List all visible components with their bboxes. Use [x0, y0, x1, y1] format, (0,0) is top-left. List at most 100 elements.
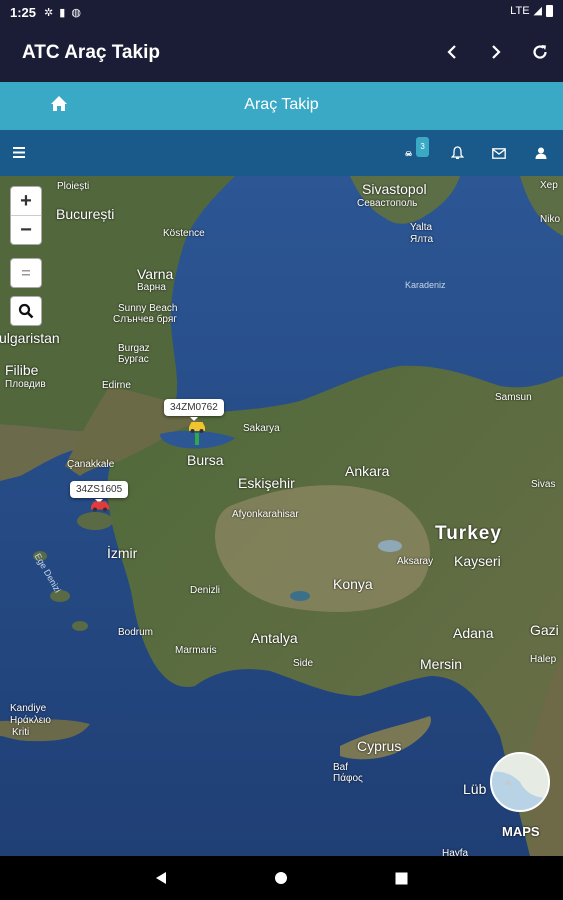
status-right: LTE ◢ [510, 4, 553, 17]
toolbar-actions: 3 [405, 137, 551, 163]
status-bar: 1:25 ✲ ▮ ◍ LTE ◢ [0, 0, 563, 24]
map-label-denizli: Denizli [190, 585, 221, 596]
minimap[interactable] [490, 752, 550, 812]
layers-icon [22, 270, 30, 276]
map-label-marmaris: Marmaris [175, 645, 217, 656]
map-label-canakkale: Çanakkale [67, 459, 115, 470]
layers-button[interactable] [10, 258, 42, 288]
nav-recents-button[interactable] [391, 868, 411, 888]
triangle-back-icon [156, 872, 166, 884]
map-label-gazi: Gazi [530, 622, 559, 638]
map-label-burgaz-cyr: Бургас [118, 354, 149, 365]
map-label-turkey: Turkey [435, 523, 502, 544]
map-label-yalta-cyr: Ялта [410, 234, 434, 245]
map-label-sivastopol: Sivastopol [362, 181, 427, 197]
back-button[interactable] [441, 38, 463, 66]
forward-button[interactable] [485, 38, 507, 66]
chevron-left-icon [447, 45, 456, 59]
signal-icon: ◢ [533, 5, 542, 17]
map-label-sunny-beach-cyr: Слънчев бряг [113, 314, 177, 325]
map-label-bursa: Bursa [187, 452, 224, 468]
search-icon [18, 303, 34, 319]
chevron-right-icon [492, 45, 501, 59]
network-type: LTE [510, 4, 530, 17]
zoom-in-button[interactable]: + [11, 187, 41, 215]
map-label-kriti: Kriti [12, 727, 30, 738]
circle-home-icon [275, 872, 287, 884]
sd-card-icon: ▮ [59, 6, 66, 19]
vehicle-label[interactable]: 34ZM0762 [164, 399, 224, 421]
map-label-filibe: Filibe [5, 362, 39, 378]
map-view[interactable]: Ploiești București Köstence Varna Варна … [0, 176, 563, 856]
map-label-konya: Konya [333, 576, 373, 592]
map-label-ankara: Ankara [345, 463, 390, 479]
zoom-control: + − [10, 186, 42, 245]
map-label-ploiesti: Ploiești [57, 181, 90, 192]
hamburger-icon [13, 147, 25, 158]
reload-button[interactable] [529, 38, 551, 66]
app-bar: ATC Araç Takip [0, 24, 563, 82]
vehicle-marker[interactable] [89, 499, 111, 517]
map-label-hayfa: Hayfa [442, 848, 469, 856]
bell-icon [450, 146, 464, 159]
map-label-baf-gr: Πάφος [333, 773, 363, 784]
vehicles-button[interactable]: 3 [405, 137, 429, 163]
vehicle-label[interactable]: 34ZS1605 [70, 481, 129, 503]
map-label-antalya: Antalya [251, 630, 298, 646]
zoom-out-button[interactable]: − [11, 215, 41, 244]
map-label-lubnan: Lüb [463, 781, 487, 797]
map-label-varna: Varna [137, 266, 174, 282]
map-label-sunny-beach: Sunny Beach [118, 303, 178, 314]
map-label-samsun: Samsun [495, 392, 532, 403]
map-label-sivas: Sivas [531, 479, 556, 490]
map-label-aksaray: Aksaray [397, 556, 434, 567]
profile-button[interactable] [531, 143, 551, 163]
map-label-afyon: Afyonkarahisar [232, 509, 299, 520]
map-label-side: Side [293, 658, 314, 669]
app-title: ATC Araç Takip [22, 42, 160, 63]
map-label-baf: Baf [333, 762, 349, 773]
map-label-edirne: Edirne [102, 380, 131, 391]
user-icon [535, 147, 547, 159]
system-nav-bar [0, 856, 563, 900]
map-label-hpo: Хер [540, 180, 558, 191]
map-label-adana: Adana [453, 625, 494, 641]
menu-button[interactable] [13, 145, 27, 159]
map-label-filibe-cyr: Пловдив [5, 379, 46, 390]
search-button[interactable] [10, 296, 42, 326]
refresh-icon [533, 45, 547, 59]
browser-nav [441, 38, 551, 66]
map-label-karadeniz: Karadeniz [405, 280, 446, 290]
settings-status-icon: ✲ [44, 6, 54, 19]
map-label-kayseri: Kayseri [454, 553, 501, 569]
map-label-varna-cyr: Варна [137, 282, 166, 293]
car-icon [405, 150, 412, 156]
messages-button[interactable] [489, 143, 509, 163]
notifications-button[interactable] [447, 143, 467, 163]
map-label-kandiye: Kandiye [10, 703, 47, 714]
map-label-sivastopol-cyr: Севастополь [357, 198, 418, 209]
vehicle-marker[interactable] [187, 419, 207, 450]
map-brand-logo: MAPS [502, 824, 540, 839]
map-label-nikea: Niko [540, 214, 561, 225]
status-time: 1:25 [10, 4, 37, 20]
map-label-bodrum: Bodrum [118, 627, 154, 638]
vehicle-count-badge: 3 [416, 137, 429, 157]
status-icons: ✲ ▮ ◍ [44, 6, 81, 19]
nav-home-button[interactable] [271, 868, 291, 888]
map-label-kandiye-gr: Ηράκλειο [10, 715, 51, 726]
car-marker-icon [189, 422, 205, 445]
envelope-icon [492, 147, 506, 159]
map-label-kustence: Köstence [163, 228, 205, 239]
map-label-burgaz: Burgaz [118, 343, 150, 354]
map-label-eskisehir: Eskişehir [238, 475, 295, 491]
nav-back-button[interactable] [151, 868, 171, 888]
page-header: Araç Takip [0, 82, 563, 130]
map-label-cyprus: Cyprus [357, 738, 402, 754]
map-label-mersin: Mersin [420, 656, 463, 672]
map-label-halep: Halep [530, 654, 557, 665]
square-recents-icon [395, 872, 407, 884]
toolbar: 3 [0, 130, 563, 176]
vpn-icon: ◍ [71, 6, 81, 19]
map-label-sakarya: Sakarya [243, 423, 280, 434]
